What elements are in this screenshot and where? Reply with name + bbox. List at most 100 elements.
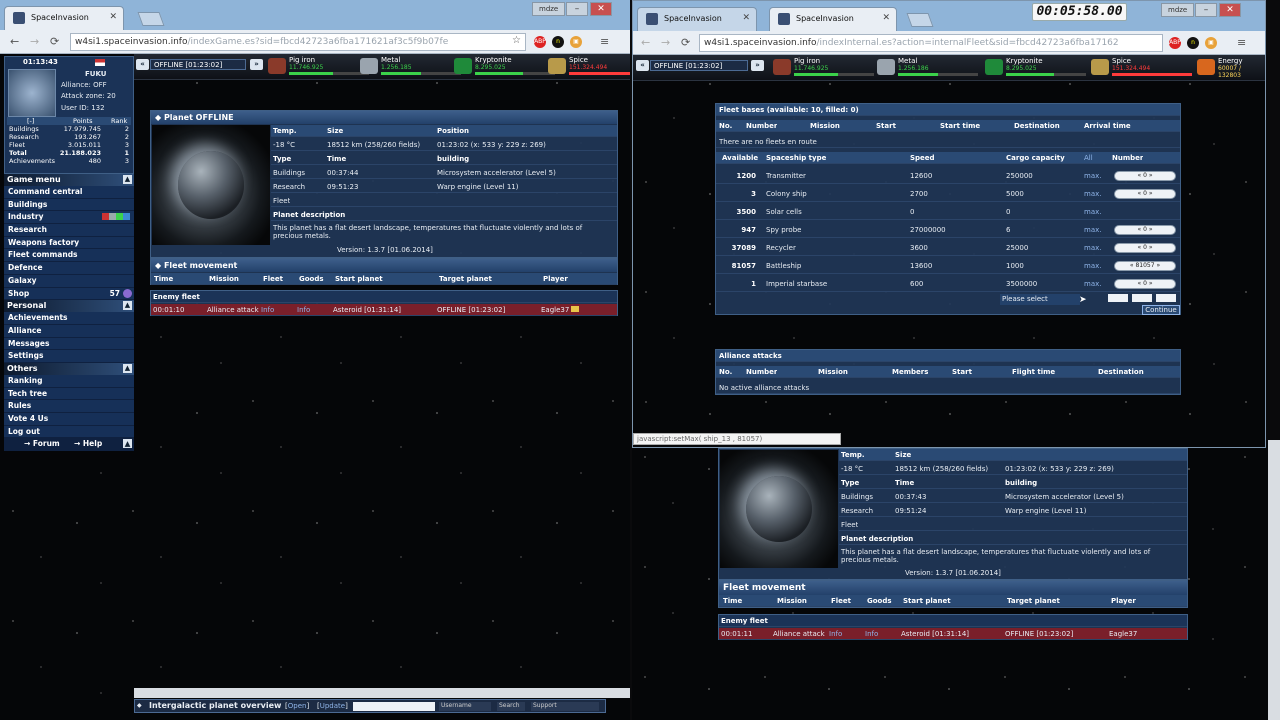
menu-buildings[interactable]: Buildings [4, 198, 134, 212]
bg-scrollbar[interactable] [1268, 440, 1280, 720]
forum-link[interactable]: → Forum [24, 439, 60, 448]
increment-icon[interactable]: » [1149, 244, 1153, 251]
decrement-icon[interactable]: « [1130, 262, 1134, 269]
increment-icon[interactable]: » [1149, 172, 1153, 179]
ship-quantity-stepper[interactable]: « 0 » [1114, 243, 1176, 253]
left-tab-spaceinvasion[interactable]: SpaceInvasion ✕ [4, 6, 124, 30]
decrement-icon[interactable]: « [1137, 226, 1141, 233]
menu-log-out[interactable]: Log out [4, 425, 134, 439]
select-all-link[interactable]: All [1084, 154, 1093, 162]
profile-chip[interactable]: mdze [532, 2, 566, 16]
bg-enemy-fleet-info-link[interactable]: Info [829, 630, 842, 638]
extension-n-icon[interactable]: n [552, 36, 564, 48]
extension-puzzle-icon[interactable]: ▣ [570, 36, 582, 48]
ship-max-link[interactable]: max. [1084, 244, 1101, 252]
us-flag-icon[interactable] [95, 59, 105, 66]
increment-icon[interactable]: » [1156, 262, 1160, 269]
stats-collapse-toggle[interactable]: [-] [27, 117, 34, 125]
menu-fleet-commands[interactable]: Fleet commands [4, 249, 134, 263]
menu-defence[interactable]: Defence [4, 262, 134, 275]
increment-icon[interactable]: » [1149, 190, 1153, 197]
player-avatar[interactable] [8, 69, 56, 117]
close-window-icon[interactable]: ✕ [1219, 3, 1241, 17]
ship-quantity-stepper[interactable]: « 0 » [1114, 171, 1176, 181]
minimize-icon[interactable]: – [566, 2, 588, 16]
open-overview-link[interactable]: [Open] [285, 702, 309, 710]
adblock-icon[interactable]: ABP [534, 36, 546, 48]
prev-planet-arrow-icon[interactable]: « [136, 59, 149, 70]
menu-tech-tree[interactable]: Tech tree [4, 387, 134, 401]
search-button[interactable]: Search [497, 702, 525, 711]
menu-vote-4-us[interactable]: Vote 4 Us [4, 413, 134, 426]
decrement-icon[interactable]: « [1137, 244, 1141, 251]
next-planet-arrow-icon[interactable]: » [751, 60, 764, 71]
ship-quantity-value[interactable]: 0 [1143, 172, 1147, 179]
menu-rules[interactable]: Rules [4, 400, 134, 413]
horizontal-scrollbar[interactable] [134, 688, 630, 698]
menu-command-central[interactable]: Command central [4, 186, 134, 199]
hamburger-menu-icon[interactable]: ≡ [600, 35, 609, 48]
ship-max-link[interactable]: max. [1084, 280, 1101, 288]
back-arrow-icon[interactable]: ← [641, 36, 650, 49]
hamburger-menu-icon[interactable]: ≡ [1237, 36, 1246, 49]
help-link[interactable]: → Help [74, 439, 102, 448]
left-address-bar[interactable]: w4si1.spaceinvasion.info/indexGame.es?si… [70, 33, 526, 51]
menu-industry[interactable]: Industry [4, 211, 134, 225]
menu-research[interactable]: Research [4, 224, 134, 237]
right-address-bar[interactable]: w4si1.spaceinvasion.info/indexInternal.e… [699, 34, 1163, 52]
ship-quantity-stepper[interactable]: « 0 » [1114, 279, 1176, 289]
adblock-icon[interactable]: ABP [1169, 37, 1181, 49]
ship-quantity-value[interactable]: 0 [1143, 190, 1147, 197]
enemy-goods-info-link[interactable]: Info [297, 306, 310, 314]
menu-galaxy[interactable]: Galaxy [4, 274, 134, 288]
right-tab-1[interactable]: SpaceInvasion ✕ [637, 7, 757, 31]
forward-arrow-icon[interactable]: → [30, 35, 39, 48]
fleet-param-input-2[interactable] [1132, 294, 1152, 302]
close-window-icon[interactable]: ✕ [590, 2, 612, 16]
collapse-up-icon[interactable]: ▲ [123, 301, 132, 311]
username-select[interactable]: Username [439, 702, 491, 711]
increment-icon[interactable]: » [1149, 280, 1153, 287]
continue-button[interactable]: Continue [1142, 305, 1180, 315]
extension-n-icon[interactable]: n [1187, 37, 1199, 49]
menu-settings[interactable]: Settings [4, 350, 134, 363]
left-planet-selector[interactable]: OFFLINE [01:23:02] [150, 59, 246, 70]
menu-weapons-factory[interactable]: Weapons factory [4, 236, 134, 250]
ship-quantity-value[interactable]: 0 [1143, 244, 1147, 251]
minimize-icon[interactable]: – [1195, 3, 1217, 17]
personal-header[interactable]: Personal ▲ [4, 300, 134, 313]
prev-planet-arrow-icon[interactable]: « [636, 60, 649, 71]
ship-max-link[interactable]: max. [1084, 190, 1101, 198]
decrement-icon[interactable]: « [1137, 172, 1141, 179]
ship-quantity-value[interactable]: 81057 [1135, 262, 1154, 269]
close-tab-icon[interactable]: ✕ [109, 12, 117, 22]
menu-messages[interactable]: Messages [4, 337, 134, 351]
fleet-param-input-1[interactable] [1108, 294, 1128, 302]
scroll-top-icon[interactable]: ▲ [123, 439, 132, 449]
ship-quantity-stepper[interactable]: « 0 » [1114, 225, 1176, 235]
collapse-up-icon[interactable]: ▲ [123, 363, 132, 373]
ship-max-link[interactable]: max. [1084, 172, 1101, 180]
overview-search-input[interactable] [353, 702, 435, 711]
fleet-action-select[interactable]: Please select [1000, 294, 1080, 305]
collapse-up-icon[interactable]: ▲ [123, 175, 132, 184]
close-tab-icon[interactable]: ✕ [742, 13, 750, 23]
game-menu-header[interactable]: Game menu ▲ [4, 174, 134, 186]
back-arrow-icon[interactable]: ← [10, 35, 19, 48]
reload-icon[interactable]: ⟳ [681, 36, 690, 49]
others-header[interactable]: Others ▲ [4, 362, 134, 375]
decrement-icon[interactable]: « [1137, 280, 1141, 287]
increment-icon[interactable]: » [1149, 226, 1153, 233]
bg-enemy-goods-info-link[interactable]: Info [865, 630, 878, 638]
close-tab-icon[interactable]: ✕ [882, 13, 890, 23]
right-tab-2[interactable]: SpaceInvasion ✕ [769, 7, 897, 31]
new-tab-button[interactable] [906, 13, 934, 27]
bookmark-star-icon[interactable]: ☆ [512, 35, 521, 46]
right-planet-selector[interactable]: OFFLINE [01:23:02] [650, 60, 748, 71]
profile-chip[interactable]: mdze [1161, 3, 1195, 17]
menu-shop[interactable]: Shop 57 [4, 287, 134, 301]
menu-achievements[interactable]: Achievements [4, 312, 134, 325]
menu-ranking[interactable]: Ranking [4, 374, 134, 388]
forward-arrow-icon[interactable]: → [661, 36, 670, 49]
ship-max-link[interactable]: max. [1084, 262, 1101, 270]
